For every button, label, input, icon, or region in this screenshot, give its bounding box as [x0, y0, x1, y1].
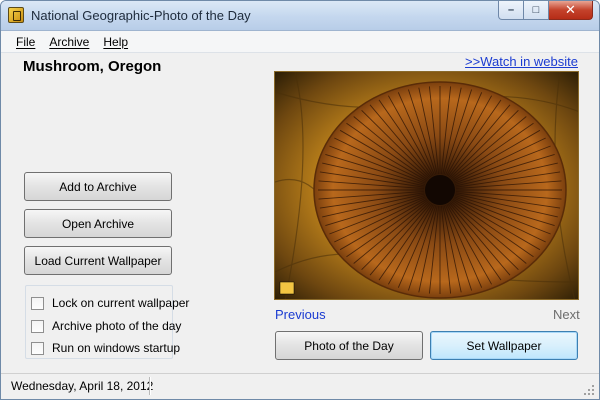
menu-bar: File Archive Help	[1, 31, 599, 53]
status-divider	[149, 377, 150, 395]
status-bar: Wednesday, April 18, 2012	[1, 373, 599, 399]
photo-title: Mushroom, Oregon	[23, 58, 162, 75]
app-icon	[8, 7, 24, 23]
run-on-startup-checkbox[interactable]	[31, 341, 44, 355]
app-window: National Geographic-Photo of the Day – □…	[0, 0, 600, 400]
window-controls: – □ ✕	[498, 1, 593, 21]
mushroom-stem-center	[425, 175, 455, 205]
resize-grip-icon[interactable]	[584, 385, 595, 396]
archive-photo-label: Archive photo of the day	[52, 319, 182, 333]
open-archive-button[interactable]: Open Archive	[24, 209, 172, 238]
option-lock-wallpaper[interactable]: Lock on current wallpaper	[31, 296, 189, 310]
minimize-icon: –	[507, 4, 515, 16]
menu-file[interactable]: File	[9, 33, 42, 51]
close-icon: ✕	[565, 2, 576, 17]
option-run-on-startup[interactable]: Run on windows startup	[31, 341, 180, 355]
lock-wallpaper-label: Lock on current wallpaper	[52, 296, 190, 310]
close-button[interactable]: ✕	[549, 1, 593, 20]
window-title: National Geographic-Photo of the Day	[31, 8, 251, 23]
run-on-startup-label: Run on windows startup	[52, 341, 181, 355]
natgeo-logo-icon	[279, 281, 295, 295]
menu-archive[interactable]: Archive	[42, 33, 96, 51]
archive-photo-checkbox[interactable]	[31, 319, 44, 333]
load-current-wallpaper-button[interactable]: Load Current Wallpaper	[24, 246, 172, 275]
photo-of-the-day-button[interactable]: Photo of the Day	[275, 331, 423, 360]
mushroom-image	[275, 72, 578, 299]
photo-of-the-day-image	[274, 71, 579, 300]
set-wallpaper-button[interactable]: Set Wallpaper	[430, 331, 578, 360]
status-date: Wednesday, April 18, 2012	[11, 379, 154, 393]
maximize-button[interactable]: □	[524, 1, 549, 20]
add-to-archive-button[interactable]: Add to Archive	[24, 172, 172, 201]
watch-in-website-link[interactable]: >>Watch in website	[465, 54, 578, 69]
options-group: Lock on current wallpaper Archive photo …	[25, 285, 189, 359]
menu-help[interactable]: Help	[96, 33, 135, 51]
next-link[interactable]: Next	[553, 307, 580, 322]
maximize-icon: □	[532, 4, 540, 16]
lock-wallpaper-checkbox[interactable]	[31, 296, 44, 310]
title-bar[interactable]: National Geographic-Photo of the Day – □…	[1, 1, 599, 31]
previous-link[interactable]: Previous	[275, 307, 326, 322]
minimize-button[interactable]: –	[498, 1, 524, 20]
option-archive-photo[interactable]: Archive photo of the day	[31, 319, 181, 333]
